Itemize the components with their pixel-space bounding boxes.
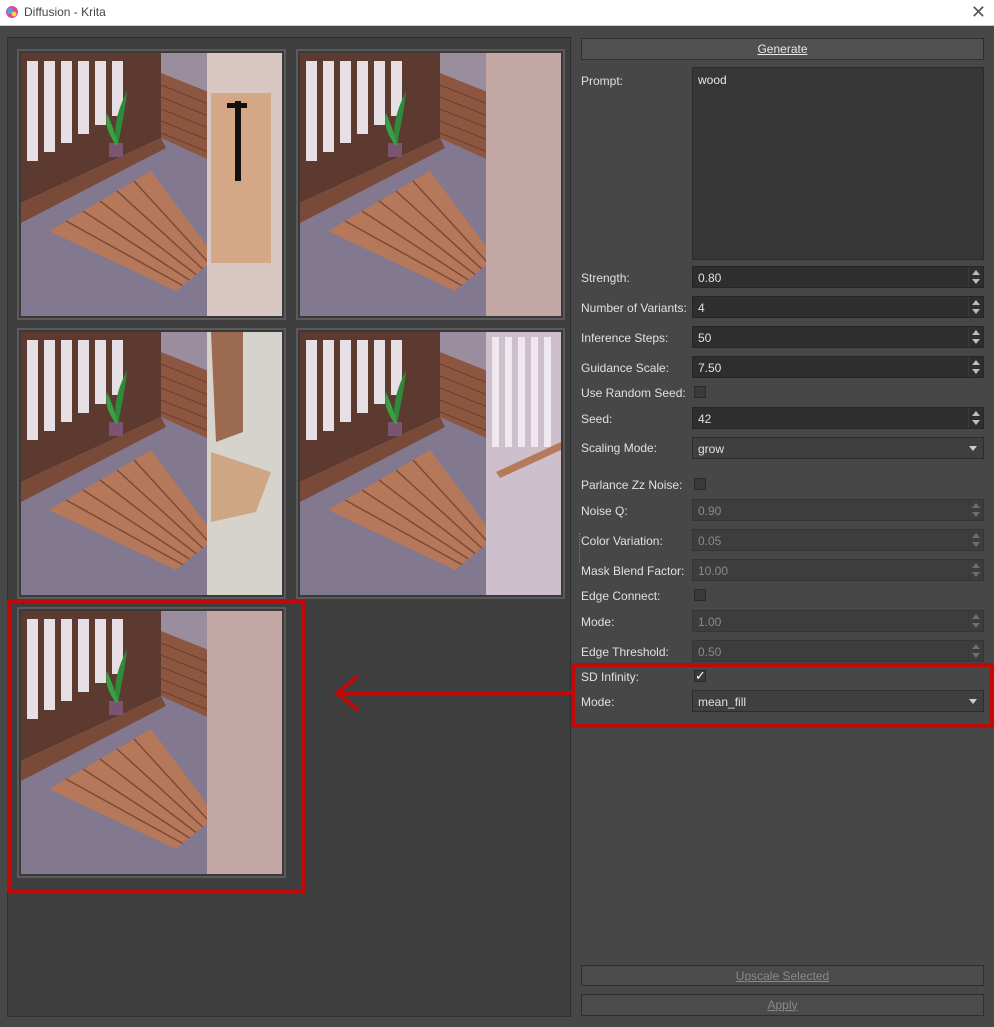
apply-button[interactable]: Apply [581,994,984,1016]
upscale-selected-button[interactable]: Upscale Selected [581,965,984,986]
guidance-spinbox[interactable]: 7.50 [692,356,984,378]
prompt-input[interactable]: wood [692,67,984,260]
mask-blend-label: Mask Blend Factor: [581,564,685,578]
spin-arrows-icon[interactable] [968,408,983,428]
highlight-box-preview [7,599,305,894]
preview-thumbnail-1[interactable] [17,49,286,320]
mode-label: Mode: [581,615,615,629]
variants-label: Number of Variants: [581,301,687,315]
noise-q-spinbox[interactable]: 0.90 [692,499,984,521]
spin-arrows-icon[interactable] [968,611,983,631]
spin-arrows-icon[interactable] [968,267,983,287]
noise-q-label: Noise Q: [581,504,628,518]
seed-value: 42 [698,412,712,426]
krita-logo-icon [6,6,18,18]
edge-threshold-spinbox[interactable]: 0.50 [692,640,984,662]
variants-value: 4 [698,301,705,315]
mode-value: 1.00 [698,615,722,629]
spin-arrows-icon[interactable] [968,327,983,347]
scaling-mode-select[interactable]: grow [692,437,984,459]
annotation-arrow-icon [333,674,572,712]
guidance-value: 7.50 [698,361,722,375]
generate-button[interactable]: Generate [581,38,984,60]
mode-spinbox[interactable]: 1.00 [692,610,984,632]
noise-q-value: 0.90 [698,504,722,518]
spin-arrows-icon[interactable] [968,297,983,317]
seed-label: Seed: [581,412,613,426]
color-variation-label: Color Variation: [581,534,663,548]
strength-value: 0.80 [698,271,722,285]
strength-label: Strength: [581,271,630,285]
prompt-text: wood [698,73,727,87]
color-variation-value: 0.05 [698,534,722,548]
preview-thumbnail-3[interactable] [17,328,286,599]
title-bar: Diffusion - Krita ✕ [0,0,994,26]
room-preview-image [21,332,282,595]
spin-arrows-icon[interactable] [968,530,983,550]
parlance-label: Parlance Zz Noise: [581,478,683,492]
close-icon[interactable]: ✕ [971,2,986,22]
parlance-checkbox[interactable] [694,478,706,490]
mask-blend-value: 10.00 [698,564,729,578]
random-seed-checkbox[interactable] [694,386,706,398]
preview-thumbnail-4[interactable] [296,328,565,599]
edge-threshold-value: 0.50 [698,645,722,659]
guidance-label: Guidance Scale: [581,361,670,375]
spin-arrows-icon[interactable] [968,560,983,580]
edge-connect-label: Edge Connect: [581,589,661,603]
highlight-box-sd-infinity [571,663,994,728]
mask-blend-spinbox[interactable]: 10.00 [692,559,984,581]
scaling-value: grow [698,442,725,456]
seed-spinbox[interactable]: 42 [692,407,984,429]
prompt-label: Prompt: [581,74,624,88]
preview-thumbnail-2[interactable] [296,49,565,320]
steps-spinbox[interactable]: 50 [692,326,984,348]
room-preview-image [300,53,561,316]
window-title: Diffusion - Krita [24,5,106,19]
settings-panel: Generate Prompt: wood Strength: 0.80 Num… [577,33,990,1023]
steps-label: Inference Steps: [581,331,669,345]
strength-spinbox[interactable]: 0.80 [692,266,984,288]
room-preview-image [21,53,282,316]
room-preview-image [300,332,561,595]
color-variation-spinbox[interactable]: 0.05 [692,529,984,551]
spin-arrows-icon[interactable] [968,500,983,520]
variants-spinbox[interactable]: 4 [692,296,984,318]
random-seed-label: Use Random Seed: [581,386,686,400]
chevron-down-icon [969,446,977,451]
scaling-label: Scaling Mode: [581,441,658,455]
edge-connect-checkbox[interactable] [694,589,706,601]
spin-arrows-icon[interactable] [968,641,983,661]
edge-threshold-label: Edge Threshold: [581,645,669,659]
steps-value: 50 [698,331,712,345]
spin-arrows-icon[interactable] [968,357,983,377]
